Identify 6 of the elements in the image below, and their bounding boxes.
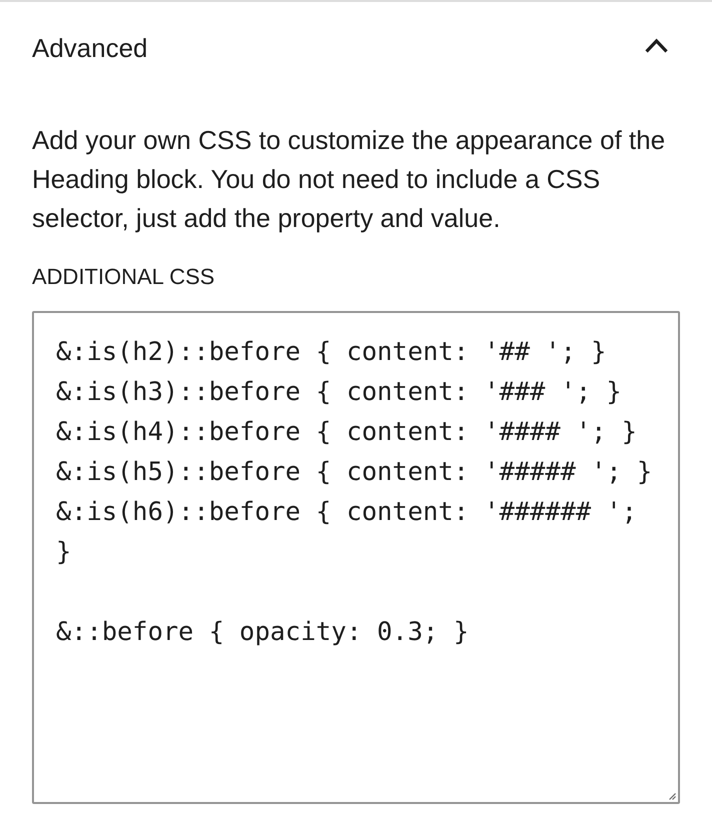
resize-handle-icon[interactable]: [669, 793, 676, 800]
field-label: ADDITIONAL CSS: [32, 264, 216, 290]
css-code-field[interactable]: &:is(h2)::before { content: '## '; } &:is(h3)::before { content: '### '; } &:is(h4)::before { content: '#### '; } &:is(h5)::before { content: '##### '; } &:is(h6)::before { content: '###### '; } &::before { opacity: 0.3; }: [32, 311, 680, 804]
panel-description: Add your own CSS to customize the appearance of the Heading block. You do not need to include a CSS selector, just add the property and value.: [32, 124, 666, 235]
chevron-icon: [645, 38, 668, 52]
panel-toggle-button[interactable]: Advanced: [32, 2, 680, 95]
